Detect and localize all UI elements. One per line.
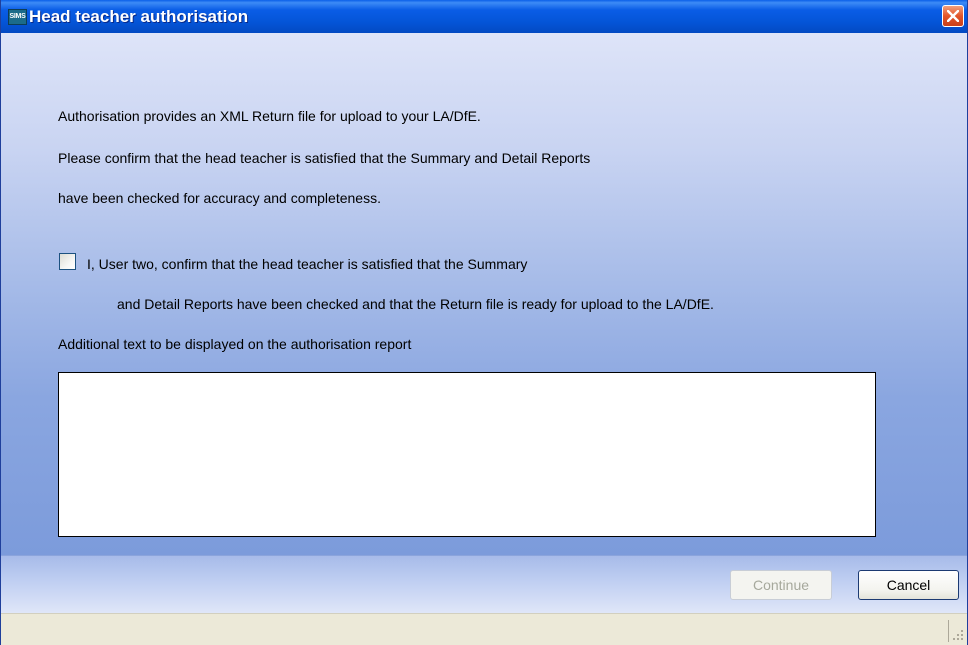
window-title: Head teacher authorisation [29,7,249,26]
additional-text-input[interactable] [58,372,876,537]
dialog-window: SIMS Head teacher authorisation Authoris… [0,0,968,645]
continue-button[interactable]: Continue [730,570,832,600]
close-button[interactable] [942,5,964,27]
resize-grip-icon[interactable] [953,628,965,642]
sims-app-icon: SIMS [8,9,27,25]
title-bar[interactable]: SIMS Head teacher authorisation [1,0,967,33]
dialog-content: Authorisation provides an XML Return fil… [1,33,967,555]
cancel-button[interactable]: Cancel [858,570,959,600]
button-bar: Continue Cancel [1,555,967,613]
checkbox-label-line-2[interactable]: and Detail Reports have been checked and… [117,296,714,312]
authorisation-checkbox[interactable] [59,253,76,270]
checkbox-label-line-1[interactable]: I, User two, confirm that the head teach… [87,256,527,272]
close-icon [947,10,959,22]
status-bar [1,613,967,645]
confirm-text-line-1: Please confirm that the head teacher is … [58,150,591,166]
confirm-text-line-2: have been checked for accuracy and compl… [58,190,381,206]
additional-text-label: Additional text to be displayed on the a… [58,336,412,352]
intro-text: Authorisation provides an XML Return fil… [58,108,481,124]
status-separator [948,620,949,642]
